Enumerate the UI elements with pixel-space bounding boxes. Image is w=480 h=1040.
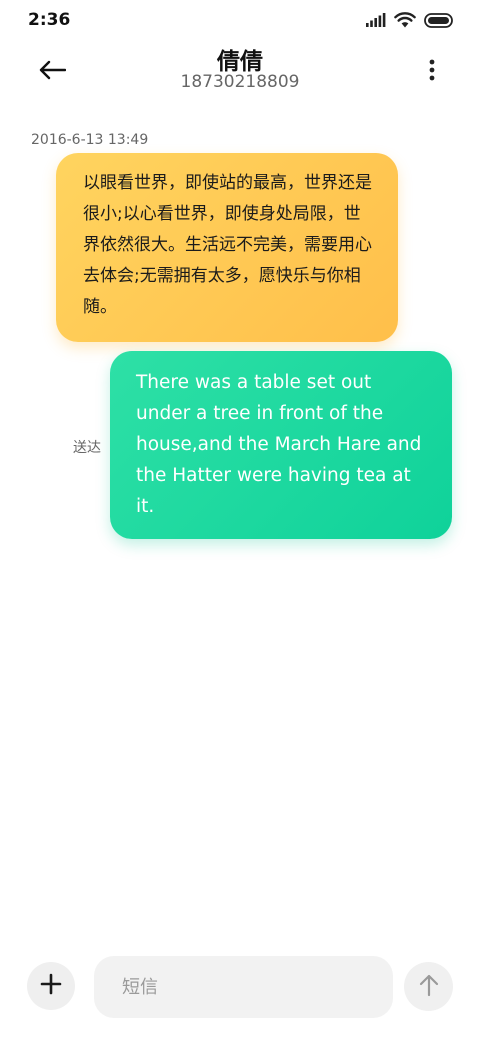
incoming-message-bubble[interactable]: 以眼看世界，即使站的最高，世界还是很小;以心看世界，即使身处局限，世界依然很大。…: [56, 153, 398, 342]
status-time: 2:36: [28, 10, 71, 30]
message-input[interactable]: [94, 956, 393, 1018]
delivery-status: 送达: [73, 440, 101, 456]
message-timestamp: 2016-6-13 13:49: [31, 132, 149, 148]
add-attachment-button[interactable]: [27, 962, 75, 1010]
message-composer: [0, 950, 480, 1026]
battery-icon: [424, 12, 454, 28]
send-button[interactable]: [404, 962, 453, 1011]
status-icons: [366, 11, 454, 29]
more-vertical-icon: [429, 59, 435, 85]
plus-icon: [40, 973, 62, 999]
outgoing-message-bubble[interactable]: There was a table set out under a tree i…: [110, 351, 452, 539]
wifi-icon: [394, 12, 416, 28]
status-bar: 2:36: [0, 0, 480, 40]
more-options-button[interactable]: [414, 52, 450, 92]
contact-number: 18730218809: [180, 72, 300, 92]
arrow-up-icon: [419, 973, 439, 1001]
messaging-screen: 2:36 倩倩 18730218809 2016-6-13 13:49 以眼看世…: [0, 0, 480, 1040]
incoming-message-text: 以眼看世界，即使站的最高，世界还是很小;以心看世界，即使身处局限，世界依然很大。…: [83, 173, 372, 317]
conversation-header: 倩倩 18730218809: [0, 40, 480, 102]
outgoing-message-text: There was a table set out under a tree i…: [136, 372, 422, 517]
contact-name: 倩倩: [217, 49, 263, 75]
signal-icon: [366, 13, 386, 27]
